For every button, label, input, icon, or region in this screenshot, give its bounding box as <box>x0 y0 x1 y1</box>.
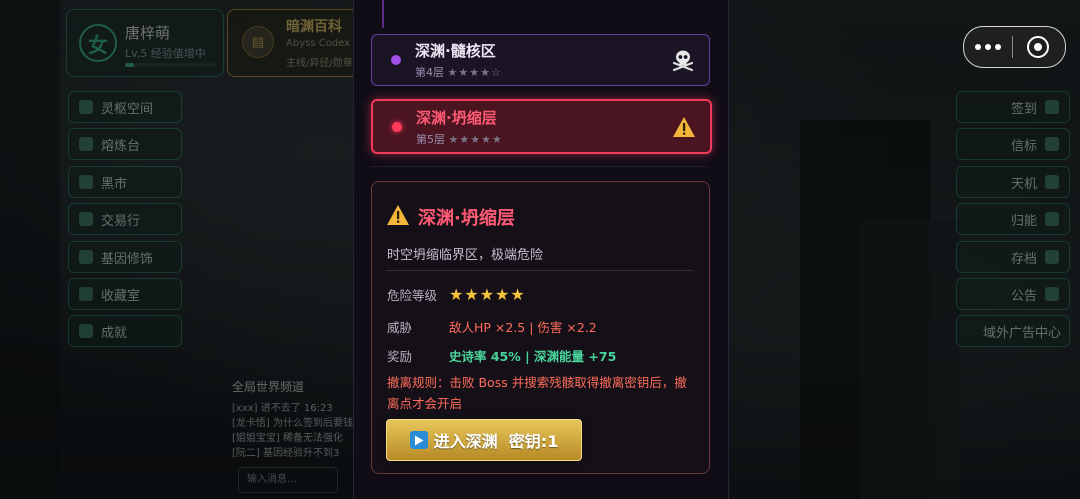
layer-name: 深渊·坍缩层 <box>416 108 497 127</box>
menu-item-lingshu[interactable]: 灵枢空间 <box>68 91 182 123</box>
player-level: Lv.5 经验值增中 <box>125 47 206 60</box>
menu-item-notice[interactable]: 公告 <box>956 278 1070 310</box>
threat-row: 威胁 敌人HP ×2.5 | 伤害 ×2.2 <box>387 317 597 336</box>
menu-label: 信标 <box>1010 138 1037 154</box>
menu-label: 收藏室 <box>101 288 141 304</box>
play-icon <box>409 431 428 449</box>
menu-item-collection[interactable]: 收藏室 <box>68 278 182 310</box>
enter-abyss-button[interactable]: 进入深渊 密钥:1 <box>386 419 582 461</box>
smelt-icon <box>79 137 93 151</box>
menu-item-signin[interactable]: 签到 <box>956 91 1070 123</box>
signin-icon <box>1045 100 1059 114</box>
menu-item-gene[interactable]: 基因修饰 <box>68 241 182 273</box>
layer-card-4[interactable]: 深渊·髓核区 第4层 ★★★★☆ <box>371 34 710 86</box>
reward-row: 奖励 史诗率 45% | 深渊能量 +75 <box>387 346 616 365</box>
chat-input[interactable]: 输入消息... <box>238 467 338 493</box>
evac-rule: 撤离规则：击败 Boss 并搜索残骸取得撤离密钥后，撤离点才会开启 <box>387 375 687 411</box>
save-icon <box>1045 250 1059 264</box>
menu-label: 归能 <box>1010 213 1037 229</box>
menu-item-beacon[interactable]: 信标 <box>956 128 1070 160</box>
avatar: 女 <box>79 24 117 62</box>
layer-floor: 第4层 <box>415 66 444 79</box>
enter-abyss-label: 进入深渊 密钥:1 <box>433 432 559 451</box>
player-name: 唐梓萌 <box>125 24 171 42</box>
menu-item-tianji[interactable]: 天机 <box>956 166 1070 198</box>
reward-value: 史诗率 45% | 深渊能量 +75 <box>449 349 617 364</box>
warning-icon <box>670 113 698 141</box>
danger-label: 危险等级 <box>387 288 438 303</box>
codex-subtitle: Abyss Codex <box>286 38 351 49</box>
menu-item-save[interactable]: 存档 <box>956 241 1070 273</box>
menu-label: 黑市 <box>101 176 128 192</box>
menu-label: 天机 <box>1010 176 1037 192</box>
layer-floor: 第5层 <box>416 132 445 146</box>
target-close-icon <box>1027 36 1049 58</box>
detail-separator <box>386 270 693 271</box>
reward-label: 奖励 <box>387 349 413 364</box>
collection-icon <box>79 287 93 301</box>
menu-label: 灵枢空间 <box>101 101 154 117</box>
blackmarket-icon <box>79 175 93 189</box>
layer-dot <box>391 55 401 65</box>
trophy-icon <box>79 324 93 338</box>
menu-label: 交易行 <box>101 213 141 229</box>
layer-dot <box>392 121 402 132</box>
menu-label: 公告 <box>1010 288 1037 304</box>
beacon-icon <box>1045 137 1059 151</box>
profile-card[interactable]: 女 唐梓萌 Lv.5 经验值增中 <box>66 9 224 77</box>
layer-card-5[interactable]: 深渊·坍缩层 第5层 ★★★★★ <box>371 99 712 154</box>
layer-stars: ★★★★☆ <box>447 66 502 79</box>
menu-label: 成就 <box>101 325 128 341</box>
trade-icon <box>79 212 93 226</box>
mini-program-capsule <box>963 26 1066 68</box>
warning-icon <box>386 204 410 230</box>
menu-item-ads[interactable]: 域外广告中心 <box>956 315 1070 347</box>
codex-title: 暗渊百科 <box>286 19 342 35</box>
capsule-close-button[interactable] <box>1013 36 1063 58</box>
menu-item-achievement[interactable]: 成就 <box>68 315 182 347</box>
tianji-icon <box>1045 175 1059 189</box>
menu-item-smelt[interactable]: 熔炼台 <box>68 128 182 160</box>
layer-connector <box>382 0 384 28</box>
detail-title: 深渊·坍缩层 <box>418 208 515 229</box>
layer-stars: ★★★★★ <box>448 132 503 146</box>
notice-icon <box>1045 287 1059 301</box>
danger-stars: ★★★★★ <box>449 285 526 304</box>
gene-icon <box>79 250 93 264</box>
more-dots-icon[interactable] <box>964 44 1012 50</box>
danger-row: 危险等级 ★★★★★ <box>387 285 526 304</box>
menu-item-blackmarket[interactable]: 黑市 <box>68 166 182 198</box>
threat-label: 威胁 <box>387 320 413 335</box>
threat-value: 敌人HP ×2.5 | 伤害 ×2.2 <box>449 320 597 335</box>
menu-label: 熔炼台 <box>101 138 141 154</box>
codex-note: 主线/异径/勋章 <box>286 58 353 69</box>
layer-detail-panel: 深渊·坍缩层 时空坍缩临界区，极端危险 危险等级 ★★★★★ 威胁 敌人HP ×… <box>371 181 710 474</box>
exp-bar-fill <box>125 63 134 67</box>
exp-bar <box>125 63 215 67</box>
menu-label: 签到 <box>1010 101 1037 117</box>
lingshu-icon <box>79 100 93 114</box>
layer-name: 深渊·髓核区 <box>415 42 496 60</box>
modal-divider <box>371 166 708 167</box>
menu-label: 基因修饰 <box>101 251 154 267</box>
detail-description: 时空坍缩临界区，极端危险 <box>387 248 544 263</box>
menu-label: 域外广告中心 <box>982 325 1061 341</box>
guineng-icon <box>1045 212 1059 226</box>
menu-item-guineng[interactable]: 归能 <box>956 203 1070 235</box>
menu-label: 存档 <box>1010 251 1037 267</box>
book-icon: ▤ <box>242 26 274 58</box>
skull-crossbones-icon <box>669 46 697 74</box>
menu-item-trade[interactable]: 交易行 <box>68 203 182 235</box>
